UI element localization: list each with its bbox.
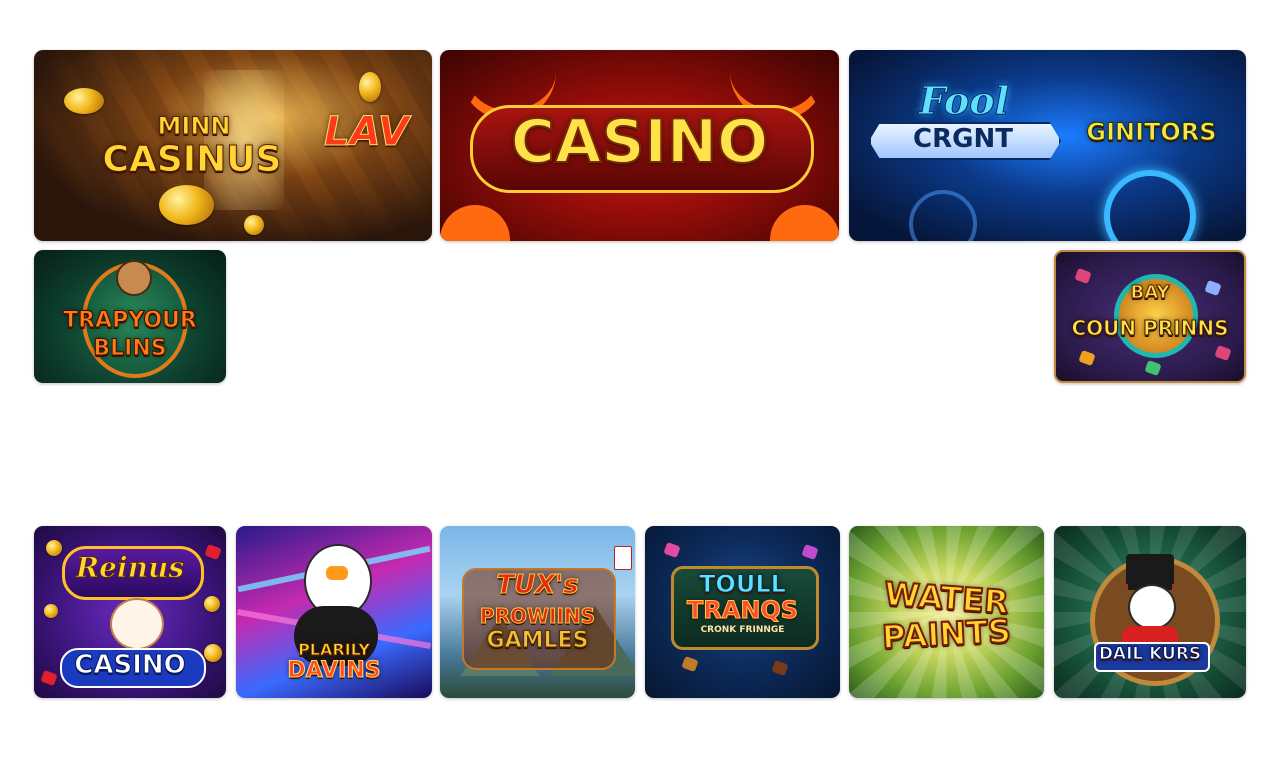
tile-title: DAIL KURS <box>1098 644 1202 664</box>
game-tile-plarily-davins[interactable]: PLARILY DAVINS <box>236 526 432 698</box>
game-tile-coun-prinns[interactable]: BAY COUN PRINNS <box>1054 250 1246 383</box>
tile-side-title: GINITORS <box>1086 118 1217 146</box>
coin-icon <box>64 88 104 114</box>
coin-icon <box>244 215 264 235</box>
tile-title-line2: TRANQS <box>686 596 799 624</box>
game-tile-tuxs-prowiins[interactable]: TUX's PROWIINS GAMLES <box>440 526 635 698</box>
coin-icon <box>204 596 220 612</box>
game-tile-toull-tranqs[interactable]: TOULL TRANQS CRONK FRINNGE <box>645 526 840 698</box>
swirl-decoration <box>909 190 977 241</box>
card-icon <box>614 546 632 570</box>
beak-decoration <box>326 566 348 580</box>
game-tile-minn-casinus[interactable]: MINN CASINUS LAV <box>34 50 432 241</box>
tile-title-line2: PROWIINS <box>479 604 596 628</box>
tile-title: CASINO <box>74 650 186 680</box>
gem-icon <box>663 541 681 559</box>
flame-bottom-right-decoration <box>770 205 839 241</box>
gem-icon <box>681 655 699 673</box>
tile-script-title: Reinus <box>75 551 185 584</box>
tile-title: CASINO <box>510 107 769 177</box>
gem-icon <box>1078 349 1096 367</box>
tile-banner-title: CRGNT <box>913 124 1013 154</box>
coin-icon <box>44 604 58 618</box>
tile-title-line1: TUX's <box>496 570 579 600</box>
tile-title-line1: MINN <box>157 112 231 140</box>
tile-badge: LAV <box>324 109 410 155</box>
game-tile-dail-kurs[interactable]: DAIL KURS <box>1054 526 1246 698</box>
gem-icon <box>771 659 789 677</box>
tile-title-line2: BLINS <box>93 336 167 361</box>
gem-icon <box>1214 344 1232 362</box>
coin-icon <box>159 185 214 225</box>
flame-bottom-left-decoration <box>440 205 510 241</box>
game-tile-water-paints[interactable]: WATER PAINTS <box>849 526 1044 698</box>
tile-title-line1: TRAPYOUR <box>63 308 198 333</box>
tile-title-line1: TOULL <box>699 570 787 598</box>
game-tile-trapyour-blins[interactable]: TRAPYOUR BLINS <box>34 250 226 383</box>
gem-icon <box>801 543 819 561</box>
gem-icon <box>1074 267 1092 285</box>
game-tile-casino-red[interactable]: CASINO <box>440 50 839 241</box>
cat-mascot-icon <box>110 598 164 650</box>
game-tile-fool-crgnt[interactable]: Fool CRGNT GINITORS <box>849 50 1246 241</box>
coin-icon <box>359 72 381 102</box>
tile-title: COUN PRINNS <box>1071 316 1229 340</box>
tile-script-title: Fool <box>918 78 1010 123</box>
swirl-decoration <box>1104 170 1196 241</box>
tile-title-line1: PLARILY <box>298 640 371 659</box>
snowman-mascot-icon <box>1128 584 1176 630</box>
gem-icon <box>1144 359 1162 377</box>
tile-title-line2: CASINUS <box>102 139 282 180</box>
tile-title-line2: DAVINS <box>287 658 381 683</box>
character-head-icon <box>116 260 152 296</box>
tile-title-line3: GAMLES <box>486 628 589 653</box>
game-grid: MINN CASINUS LAV CASINO Fool CRGNT GINIT… <box>0 0 1280 768</box>
game-tile-reinus-casino[interactable]: Reinus CASINO <box>34 526 226 698</box>
tile-top-label: BAY <box>1130 282 1170 303</box>
top-hat-icon <box>1126 554 1174 584</box>
tile-title-line3: CRONK FRINNGE <box>700 625 785 635</box>
